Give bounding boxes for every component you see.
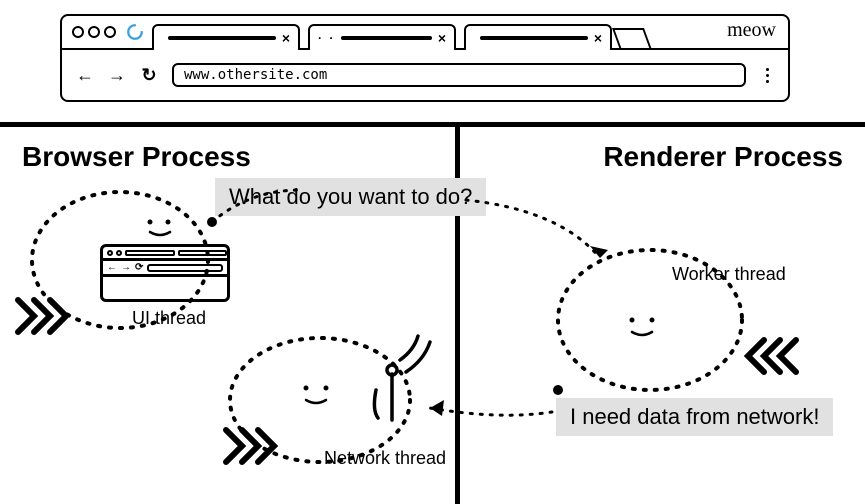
url-input[interactable]: www.othersite.com — [172, 63, 746, 87]
network-thread-label: Network thread — [324, 448, 446, 469]
ui-thread-label: UI thread — [132, 308, 206, 329]
mini-browser-icon: ←→⟳ — [100, 244, 230, 302]
tab-3[interactable]: × — [464, 24, 612, 50]
close-icon[interactable]: × — [282, 30, 290, 46]
close-icon[interactable]: × — [594, 30, 602, 46]
tab-strip: × · ·× × meow — [62, 16, 788, 50]
window-controls[interactable] — [62, 26, 116, 38]
renderer-process-title: Renderer Process — [482, 141, 843, 173]
window-close-icon[interactable] — [72, 26, 84, 38]
browser-process-title: Browser Process — [22, 141, 455, 173]
worker-thread-label: Worker thread — [672, 264, 786, 285]
toolbar: ← → ↻ www.othersite.com — [62, 50, 788, 100]
close-icon[interactable]: × — [438, 30, 446, 46]
url-text: www.othersite.com — [184, 67, 327, 83]
loading-spinner-icon — [126, 23, 144, 41]
browser-brand: meow — [727, 19, 776, 42]
speech-question: What do you want to do? — [215, 178, 486, 216]
browser-window: × · ·× × meow ← → ↻ www.othersite.com — [60, 14, 790, 102]
back-button[interactable]: ← — [76, 66, 94, 84]
new-tab-button[interactable] — [612, 28, 652, 50]
window-maximize-icon[interactable] — [104, 26, 116, 38]
forward-button[interactable]: → — [108, 66, 126, 84]
speech-answer: I need data from network! — [556, 398, 833, 436]
tab-2[interactable]: · ·× — [308, 24, 456, 50]
tab-1[interactable]: × — [152, 24, 300, 50]
menu-button[interactable] — [760, 68, 774, 83]
reload-button[interactable]: ↻ — [140, 66, 158, 84]
renderer-process-box: Renderer Process — [460, 122, 865, 504]
window-minimize-icon[interactable] — [88, 26, 100, 38]
